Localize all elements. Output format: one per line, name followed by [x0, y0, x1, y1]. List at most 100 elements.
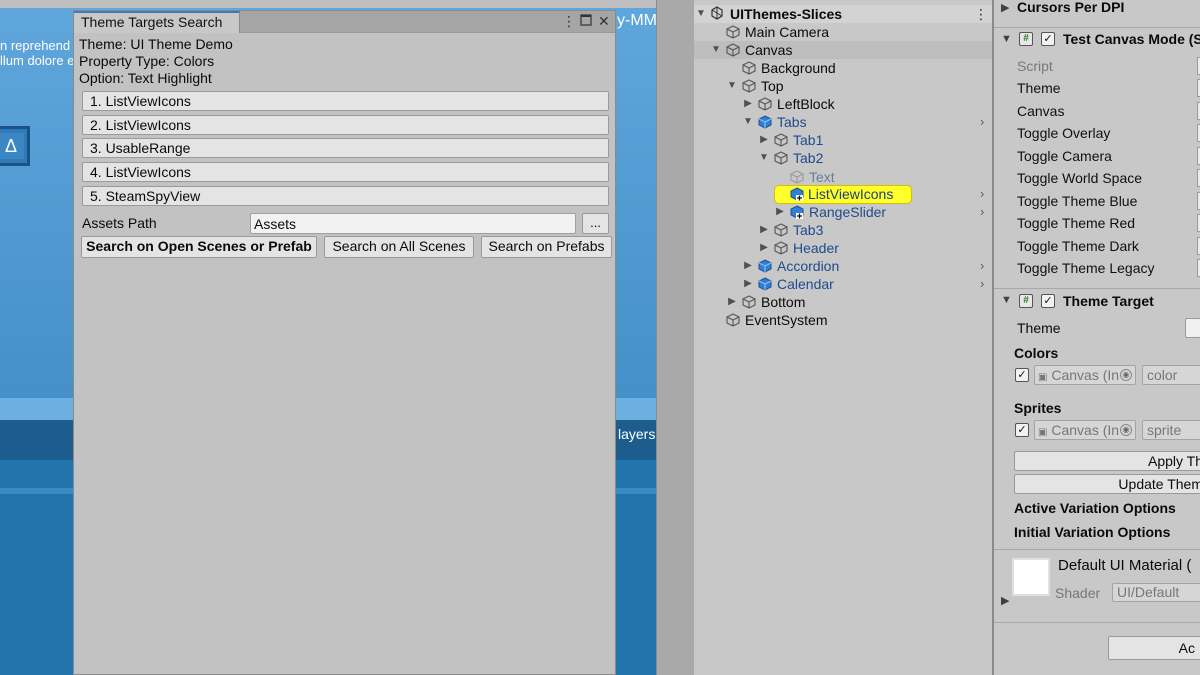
search-prefabs-button[interactable]: Search on Prefabs: [481, 236, 612, 258]
object-picker-icon[interactable]: ◉: [1120, 424, 1132, 436]
expand-arrow-icon[interactable]: ▼: [742, 113, 754, 131]
hierarchy-item[interactable]: ▶ Header: [694, 239, 992, 257]
foldout-arrow-icon[interactable]: ▼: [1001, 294, 1012, 306]
hierarchy-item-label: Text: [809, 169, 835, 185]
result-button[interactable]: 4. ListViewIcons: [82, 162, 609, 182]
property-label: Script: [1017, 58, 1053, 74]
search-all-scenes-button[interactable]: Search on All Scenes: [324, 236, 474, 258]
chevron-right-icon[interactable]: ›: [980, 257, 984, 275]
hierarchy-item[interactable]: Text: [694, 168, 992, 186]
hierarchy-item[interactable]: ▶ Tab3: [694, 221, 992, 239]
hierarchy-item[interactable]: ▼ Canvas: [694, 41, 992, 59]
component-header[interactable]: ▼ # ✓ Test Canvas Mode (S: [994, 27, 1200, 51]
chevron-right-icon[interactable]: ›: [980, 113, 984, 131]
hierarchy-item[interactable]: Main Camera: [694, 23, 992, 41]
expand-arrow-icon[interactable]: ▼: [695, 5, 707, 23]
result-button[interactable]: 5. SteamSpyView: [82, 186, 609, 206]
hierarchy-item-label: Tabs: [777, 114, 807, 130]
prefab-icon: [758, 115, 772, 129]
colors-object-field[interactable]: ▣ Canvas (In ◉: [1034, 365, 1136, 385]
component-title: Theme Target: [1063, 293, 1154, 309]
theme-label: Theme: [1017, 320, 1061, 336]
kebab-menu-icon[interactable]: ⋮: [974, 5, 988, 23]
sprites-property-field[interactable]: sprite: [1142, 420, 1200, 440]
foldout-arrow-icon[interactable]: ▼: [1001, 33, 1012, 45]
chevron-right-icon[interactable]: ›: [980, 275, 984, 293]
window-tab[interactable]: Theme Targets Search: [74, 11, 240, 33]
foldout-arrow-icon[interactable]: ▶: [1001, 594, 1009, 607]
hierarchy-item[interactable]: ▶ LeftBlock: [694, 95, 992, 113]
collapse-arrow-icon[interactable]: ▶: [742, 275, 754, 293]
collapse-arrow-icon[interactable]: ▶: [726, 293, 738, 311]
hierarchy-item[interactable]: ▶ RangeSlider ›: [694, 203, 992, 221]
hierarchy-item-label: Tab2: [793, 150, 824, 166]
initial-variation-options[interactable]: Initial Variation Options: [1014, 524, 1170, 540]
gameobject-icon: [726, 43, 740, 57]
expand-arrow-icon[interactable]: ▼: [758, 149, 770, 167]
hierarchy-item[interactable]: ▼ Top: [694, 77, 992, 95]
hierarchy-item-label: Main Camera: [745, 24, 830, 40]
search-open-scenes-button[interactable]: Search on Open Scenes or Prefab: [81, 236, 317, 258]
object-picker-icon[interactable]: ◉: [1120, 369, 1132, 381]
hierarchy-item[interactable]: ▶ Tab1: [694, 131, 992, 149]
property-label: Toggle World Space: [1017, 170, 1143, 186]
collapse-arrow-icon[interactable]: ▶: [742, 95, 754, 113]
hierarchy-item[interactable]: EventSystem: [694, 311, 992, 329]
gameobject-icon: [774, 241, 788, 255]
collapse-arrow-icon[interactable]: ▶: [758, 239, 770, 257]
hierarchy-item-selected[interactable]: ListViewIcons ›: [694, 185, 992, 203]
active-variation-options[interactable]: Active Variation Options: [1014, 500, 1176, 516]
result-button[interactable]: 1. ListViewIcons: [82, 91, 609, 111]
kebab-menu-icon[interactable]: ⋮: [562, 13, 576, 30]
result-button[interactable]: 3. UsableRange: [82, 138, 609, 158]
add-component-button[interactable]: Ac: [1108, 636, 1200, 660]
component-enabled-checkbox[interactable]: ✓: [1041, 294, 1055, 308]
hierarchy-scene-row[interactable]: ▼ UIThemes-Slices ⋮: [694, 5, 992, 23]
chevron-right-icon[interactable]: ›: [980, 185, 984, 203]
property-label: Toggle Overlay: [1017, 125, 1111, 141]
prefab-icon: [758, 259, 772, 273]
game-view-toolbar: [0, 0, 656, 8]
shader-dropdown[interactable]: UI/Default: [1112, 583, 1200, 602]
theme-object-field[interactable]: [1185, 318, 1200, 338]
prefab-add-icon: [790, 205, 804, 219]
browse-button[interactable]: ...: [582, 213, 609, 234]
expand-arrow-icon[interactable]: ▼: [726, 77, 738, 95]
collapse-arrow-icon[interactable]: ▶: [742, 257, 754, 275]
component-enabled-checkbox[interactable]: ✓: [1041, 32, 1055, 46]
colors-enabled-checkbox[interactable]: ✓: [1015, 368, 1029, 382]
divider: [994, 549, 1200, 550]
close-icon[interactable]: ✕: [598, 13, 610, 30]
collapse-arrow-icon[interactable]: ▶: [774, 203, 786, 221]
theme-line: Theme: UI Theme Demo: [79, 36, 233, 52]
shader-label: Shader: [1055, 585, 1101, 601]
collapse-arrow-icon[interactable]: ▶: [758, 131, 770, 149]
apply-theme-button[interactable]: Apply Th: [1014, 451, 1200, 471]
game-view-text-line: n reprehend: [0, 38, 71, 53]
sprites-enabled-checkbox[interactable]: ✓: [1015, 423, 1029, 437]
gameobject-icon: [742, 61, 756, 75]
chevron-right-icon[interactable]: ›: [980, 203, 984, 221]
hierarchy-item[interactable]: ▶ Accordion ›: [694, 257, 992, 275]
colors-property-field[interactable]: color: [1142, 365, 1200, 385]
game-view-players-label: layers: [618, 426, 656, 442]
property-label: Toggle Theme Legacy: [1017, 260, 1155, 276]
sprites-object-field[interactable]: ▣ Canvas (In ◉: [1034, 420, 1136, 440]
hierarchy-item[interactable]: ▶ Bottom: [694, 293, 992, 311]
expand-arrow-icon[interactable]: ▼: [710, 41, 722, 59]
gameobject-icon: [742, 295, 756, 309]
collapse-arrow-icon[interactable]: ▶: [758, 221, 770, 239]
foldout-arrow-icon[interactable]: ▶: [1001, 1, 1009, 14]
result-button[interactable]: 2. ListViewIcons: [82, 115, 609, 135]
property-label: Toggle Camera: [1017, 148, 1112, 164]
maximize-icon[interactable]: [580, 13, 592, 29]
material-name: Default UI Material (: [1058, 557, 1192, 574]
assets-path-input[interactable]: Assets: [250, 213, 576, 234]
hierarchy-item[interactable]: ▶ Calendar ›: [694, 275, 992, 293]
hierarchy-item-label: EventSystem: [745, 312, 828, 328]
hierarchy-item[interactable]: ▼ Tabs ›: [694, 113, 992, 131]
hierarchy-item[interactable]: Background: [694, 59, 992, 77]
hierarchy-item[interactable]: ▼ Tab2: [694, 149, 992, 167]
update-theme-button[interactable]: Update Them: [1014, 474, 1200, 494]
component-header[interactable]: ▼ # ✓ Theme Target: [994, 288, 1200, 312]
